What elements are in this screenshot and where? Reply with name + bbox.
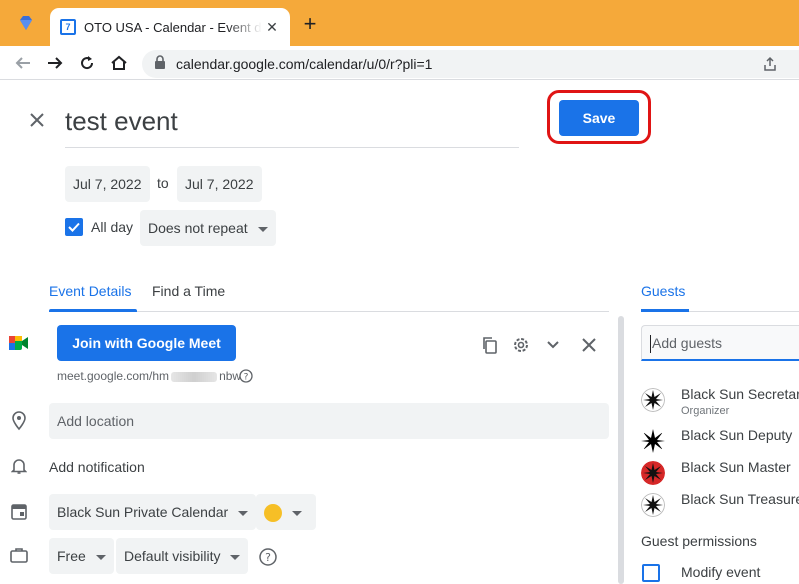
- calendar-icon: [9, 501, 29, 521]
- availability-value: Free: [57, 548, 86, 564]
- lock-icon: [154, 54, 166, 74]
- scrollbar-thumb[interactable]: [618, 316, 624, 584]
- calendar-dropdown[interactable]: Black Sun Private Calendar: [49, 494, 257, 530]
- save-button[interactable]: Save: [559, 100, 639, 136]
- avatar: [641, 461, 665, 485]
- redacted-blur: [171, 371, 218, 382]
- new-tab-icon[interactable]: +: [300, 13, 320, 35]
- date-to-label: to: [157, 175, 169, 191]
- meet-link[interactable]: meet.google.com/hm nbw: [57, 369, 241, 383]
- reload-icon[interactable]: [76, 52, 98, 74]
- help-icon[interactable]: ?: [238, 368, 254, 384]
- chevron-down-icon: [292, 510, 302, 516]
- event-title-input[interactable]: test event: [65, 103, 519, 148]
- avatar: [641, 388, 665, 412]
- copy-icon[interactable]: [479, 335, 499, 355]
- forward-arrow-icon[interactable]: [44, 52, 66, 74]
- calendar-favicon-icon: 7: [60, 19, 76, 35]
- guest-row[interactable]: Black Sun Treasurer: [641, 489, 799, 519]
- briefcase-icon: [9, 545, 29, 565]
- start-date-chip[interactable]: Jul 7, 2022: [65, 166, 150, 202]
- url-text: calendar.google.com/calendar/u/0/r?pli=1: [176, 56, 433, 72]
- avatar: [641, 493, 665, 517]
- chevron-down-icon[interactable]: [543, 335, 563, 355]
- guest-role: Organizer: [681, 405, 730, 417]
- join-google-meet-button[interactable]: Join with Google Meet: [57, 325, 236, 361]
- event-color-dot: [264, 504, 282, 523]
- guest-row[interactable]: Black Sun Deputy: [641, 425, 799, 455]
- chevron-down-icon: [95, 554, 106, 560]
- close-icon[interactable]: [26, 109, 48, 131]
- tab-guests[interactable]: Guests: [641, 283, 685, 299]
- bell-icon: [9, 456, 29, 476]
- repeat-dropdown[interactable]: Does not repeat: [140, 210, 276, 246]
- chevron-down-icon: [230, 554, 241, 560]
- repeat-value: Does not repeat: [148, 220, 248, 236]
- availability-dropdown[interactable]: Free: [49, 538, 114, 574]
- guest-name: Black Sun Treasurer: [681, 491, 799, 507]
- share-icon[interactable]: [762, 56, 778, 77]
- all-day-label: All day: [91, 219, 134, 235]
- google-meet-icon: [8, 333, 30, 353]
- chevron-down-icon: [257, 226, 268, 232]
- all-day-checkbox[interactable]: [65, 218, 83, 236]
- gear-icon[interactable]: [511, 335, 531, 355]
- event-color-dropdown[interactable]: [256, 494, 316, 530]
- modify-event-checkbox[interactable]: [642, 564, 660, 582]
- browser-toolbar: calendar.google.com/calendar/u/0/r?pli=1: [0, 46, 799, 80]
- modify-event-label: Modify event: [681, 564, 761, 580]
- add-notification-link[interactable]: Add notification: [49, 459, 145, 475]
- add-guests-input[interactable]: Add guests: [641, 325, 799, 361]
- browser-tab-bar: 7 OTO USA - Calendar - Event details ✕ +: [0, 0, 799, 46]
- guest-row[interactable]: Black Sun Secretary Organizer: [641, 384, 799, 417]
- svg-text:?: ?: [265, 551, 271, 564]
- tab-close-icon[interactable]: ✕: [264, 19, 280, 35]
- guest-name: Black Sun Master: [681, 459, 791, 475]
- guest-row[interactable]: Black Sun Master: [641, 457, 799, 487]
- home-icon[interactable]: [108, 52, 130, 74]
- browser-tab[interactable]: 7 OTO USA - Calendar - Event details ✕: [50, 8, 290, 46]
- detail-tabs: Event Details Find a Time: [49, 281, 609, 312]
- details-scrollbar[interactable]: [615, 313, 627, 584]
- visibility-dropdown[interactable]: Default visibility: [116, 538, 249, 574]
- back-arrow-icon[interactable]: [12, 52, 34, 74]
- guest-permissions-title: Guest permissions: [641, 533, 757, 549]
- guest-name: Black Sun Deputy: [681, 427, 793, 443]
- help-icon[interactable]: ?: [258, 547, 278, 567]
- guest-name: Black Sun Secretary: [681, 386, 799, 402]
- location-input[interactable]: Add location: [49, 403, 609, 439]
- tab-find-a-time[interactable]: Find a Time: [152, 283, 225, 299]
- calendar-value: Black Sun Private Calendar: [57, 504, 229, 520]
- address-bar[interactable]: calendar.google.com/calendar/u/0/r?pli=1: [142, 50, 799, 78]
- tab-title: OTO USA - Calendar - Event details: [84, 19, 262, 35]
- end-date-chip[interactable]: Jul 7, 2022: [177, 166, 262, 202]
- remove-meet-close-icon[interactable]: [579, 335, 599, 355]
- guests-tab-indicator: [641, 309, 689, 312]
- profile-gem-icon[interactable]: [14, 11, 38, 35]
- avatar: [641, 429, 665, 453]
- visibility-value: Default visibility: [124, 548, 221, 564]
- location-pin-icon: [9, 411, 29, 431]
- active-tab-indicator: [49, 309, 137, 312]
- chevron-down-icon: [238, 510, 249, 516]
- svg-text:?: ?: [244, 373, 249, 383]
- tab-event-details[interactable]: Event Details: [49, 283, 131, 299]
- text-cursor: [650, 335, 651, 354]
- event-edit-page: test event Save Jul 7, 2022 to Jul 7, 20…: [0, 81, 799, 584]
